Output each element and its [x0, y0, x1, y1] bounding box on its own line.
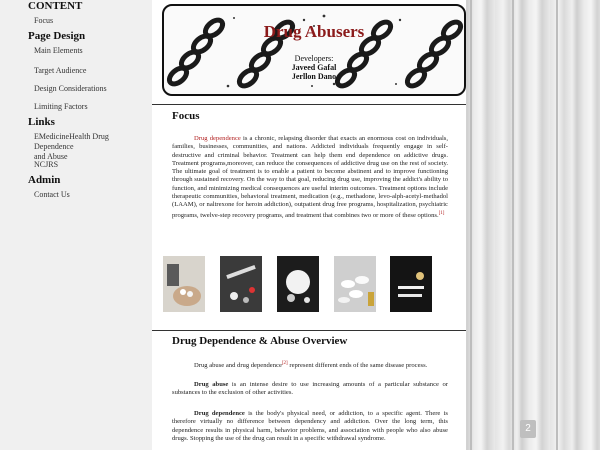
developers-label: Developers: — [294, 54, 334, 63]
overview-heading: Drug Dependence & Abuse Overview — [172, 335, 348, 347]
overview-paragraph-1: Drug abuse and drug dependence[2] repres… — [172, 360, 448, 370]
section-divider — [152, 104, 466, 105]
focus-body: is a chronic, relapsing disorder that ex… — [172, 135, 448, 219]
thumbnail-white-pills — [334, 256, 376, 312]
p1-rest: represent different ends of the same dis… — [287, 362, 428, 370]
section-divider — [152, 330, 466, 331]
drug-abuse-term: Drug abuse — [194, 381, 229, 388]
thumbnail-hand-pills — [163, 256, 205, 312]
plank-seam — [470, 0, 472, 450]
focus-paragraph: Drug dependence is a chronic, relapsing … — [172, 135, 448, 220]
sidebar-nav: CONTENT Focus Page Design Main Elements … — [0, 0, 153, 450]
page-badge[interactable]: 2 — [520, 420, 536, 438]
header-banner: Drug Abusers Developers: Javeed Gafal Je… — [162, 4, 466, 96]
thumbnail-spilled-pills — [277, 256, 319, 312]
reference-link[interactable]: [1] — [439, 211, 445, 216]
thumbnail-syringe-pills — [220, 256, 262, 312]
plank-seam — [556, 0, 558, 450]
drug-dependence-link[interactable]: Drug dependence — [194, 135, 241, 142]
sidebar-item-emedicinehealth[interactable]: EMedicineHealth Drug Dependence and Abus… — [34, 132, 149, 162]
thumbnail-powder-lines — [390, 256, 432, 312]
plank-seam — [512, 0, 514, 450]
emedicine-line1: EMedicineHealth Drug Dependence — [34, 132, 109, 151]
focus-heading: Focus — [172, 110, 200, 122]
overview-paragraph-2: Drug abuse is an intense desire to use i… — [172, 381, 448, 398]
site-title: Drug Abusers — [263, 22, 365, 41]
overview-paragraph-3: Drug dependence is the body's physical n… — [172, 410, 448, 443]
drug-dependence-term: Drug dependence — [194, 410, 245, 417]
p1-text: Drug abuse and drug dependence — [194, 362, 282, 370]
developer-name: Javeed Gafal — [291, 63, 337, 72]
developer-name: Jerllon Dano — [291, 72, 337, 81]
